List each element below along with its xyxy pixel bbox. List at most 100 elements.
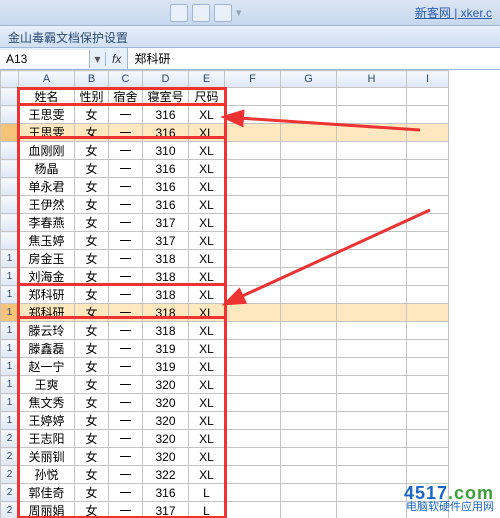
cell[interactable] bbox=[407, 448, 449, 466]
cell[interactable]: 320 bbox=[143, 376, 189, 394]
row-header[interactable] bbox=[1, 196, 19, 214]
cell[interactable] bbox=[281, 124, 337, 142]
cell[interactable] bbox=[407, 178, 449, 196]
cell[interactable]: 女 bbox=[75, 268, 109, 286]
cell[interactable]: XL bbox=[189, 340, 225, 358]
cell[interactable] bbox=[337, 340, 407, 358]
cell[interactable]: 一 bbox=[109, 286, 143, 304]
cell[interactable]: 女 bbox=[75, 502, 109, 518]
cell[interactable] bbox=[225, 376, 281, 394]
cell[interactable] bbox=[225, 250, 281, 268]
cell[interactable]: XL bbox=[189, 412, 225, 430]
cell[interactable] bbox=[337, 142, 407, 160]
cell[interactable] bbox=[407, 286, 449, 304]
cell[interactable]: 一 bbox=[109, 394, 143, 412]
cell[interactable] bbox=[225, 268, 281, 286]
column-header[interactable]: I bbox=[407, 71, 449, 88]
cell[interactable]: 女 bbox=[75, 466, 109, 484]
cell[interactable] bbox=[281, 142, 337, 160]
cell[interactable]: 316 bbox=[143, 106, 189, 124]
cell[interactable]: 王思雯 bbox=[19, 124, 75, 142]
cell[interactable]: 317 bbox=[143, 214, 189, 232]
cell[interactable]: 320 bbox=[143, 394, 189, 412]
cell[interactable] bbox=[281, 448, 337, 466]
cell[interactable]: 女 bbox=[75, 214, 109, 232]
row-header[interactable]: 2 bbox=[1, 502, 19, 518]
cell[interactable] bbox=[281, 466, 337, 484]
cell[interactable] bbox=[407, 196, 449, 214]
cell[interactable]: XL bbox=[189, 268, 225, 286]
row-header[interactable]: 1 bbox=[1, 268, 19, 286]
cell[interactable]: 女 bbox=[75, 340, 109, 358]
cell[interactable]: L bbox=[189, 502, 225, 518]
cell[interactable]: 王思雯 bbox=[19, 106, 75, 124]
cell[interactable]: XL bbox=[189, 358, 225, 376]
cell[interactable] bbox=[281, 376, 337, 394]
cell[interactable] bbox=[225, 484, 281, 502]
cell[interactable] bbox=[407, 340, 449, 358]
cell[interactable]: XL bbox=[189, 286, 225, 304]
cell[interactable] bbox=[407, 322, 449, 340]
row-header[interactable]: 1 bbox=[1, 286, 19, 304]
cell[interactable] bbox=[281, 394, 337, 412]
cell[interactable] bbox=[225, 340, 281, 358]
cell[interactable] bbox=[225, 142, 281, 160]
cell[interactable]: 一 bbox=[109, 430, 143, 448]
cell[interactable] bbox=[407, 214, 449, 232]
cell[interactable]: 一 bbox=[109, 160, 143, 178]
cell[interactable]: 女 bbox=[75, 124, 109, 142]
cell[interactable]: 一 bbox=[109, 304, 143, 322]
cell[interactable] bbox=[225, 196, 281, 214]
cell[interactable]: XL bbox=[189, 430, 225, 448]
cell[interactable]: 316 bbox=[143, 196, 189, 214]
column-header[interactable]: D bbox=[143, 71, 189, 88]
cell[interactable] bbox=[225, 502, 281, 518]
cell[interactable] bbox=[337, 286, 407, 304]
cell[interactable]: 一 bbox=[109, 448, 143, 466]
cell[interactable]: 滕云玲 bbox=[19, 322, 75, 340]
cell[interactable] bbox=[337, 250, 407, 268]
cell[interactable] bbox=[337, 106, 407, 124]
cell[interactable] bbox=[225, 412, 281, 430]
cell[interactable] bbox=[281, 268, 337, 286]
cell[interactable] bbox=[407, 232, 449, 250]
cell[interactable]: XL bbox=[189, 304, 225, 322]
row-header[interactable] bbox=[1, 178, 19, 196]
cell[interactable] bbox=[281, 412, 337, 430]
cell[interactable]: L bbox=[189, 484, 225, 502]
cell[interactable]: 女 bbox=[75, 448, 109, 466]
row-header[interactable]: 2 bbox=[1, 430, 19, 448]
cell[interactable]: XL bbox=[189, 160, 225, 178]
cell[interactable] bbox=[407, 250, 449, 268]
column-header[interactable]: E bbox=[189, 71, 225, 88]
row-header[interactable]: 2 bbox=[1, 484, 19, 502]
cell[interactable]: XL bbox=[189, 394, 225, 412]
cell[interactable] bbox=[407, 466, 449, 484]
cell[interactable] bbox=[225, 214, 281, 232]
cell[interactable]: XL bbox=[189, 322, 225, 340]
cell[interactable]: XL bbox=[189, 232, 225, 250]
cell[interactable]: 一 bbox=[109, 232, 143, 250]
cell[interactable]: 一 bbox=[109, 484, 143, 502]
cell[interactable] bbox=[407, 358, 449, 376]
cell[interactable] bbox=[225, 448, 281, 466]
cell[interactable]: XL bbox=[189, 196, 225, 214]
cell[interactable] bbox=[337, 178, 407, 196]
row-header[interactable]: 2 bbox=[1, 448, 19, 466]
cell[interactable] bbox=[337, 232, 407, 250]
spreadsheet-grid[interactable]: ABCDEFGHI 姓名 性别 宿舍 寝室号 尺码 王思雯女一316XL王思雯女… bbox=[0, 70, 500, 518]
cell[interactable] bbox=[281, 430, 337, 448]
cell[interactable] bbox=[281, 196, 337, 214]
cell[interactable]: 一 bbox=[109, 250, 143, 268]
cell[interactable]: 焦文秀 bbox=[19, 394, 75, 412]
column-header[interactable]: H bbox=[337, 71, 407, 88]
cell[interactable]: 郑科研 bbox=[19, 286, 75, 304]
cell[interactable] bbox=[281, 178, 337, 196]
cell[interactable]: 316 bbox=[143, 178, 189, 196]
cell[interactable] bbox=[225, 304, 281, 322]
cell[interactable] bbox=[337, 304, 407, 322]
cell[interactable]: 女 bbox=[75, 430, 109, 448]
row-header[interactable]: 2 bbox=[1, 466, 19, 484]
cell[interactable]: 一 bbox=[109, 178, 143, 196]
cell[interactable]: 一 bbox=[109, 124, 143, 142]
